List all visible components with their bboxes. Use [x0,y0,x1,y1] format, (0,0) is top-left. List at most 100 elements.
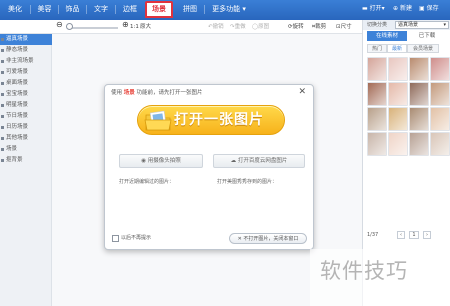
zoom-in-icon[interactable]: ⊕ [122,20,129,30]
category-switcher: 切换分类 逼真场景 ▾ [363,20,450,30]
open-image-button[interactable]: 打开一张图片 [137,105,285,135]
category-item-celebrity[interactable]: 明星场景 [0,100,52,111]
category-item-baby[interactable]: 宝宝场景 [0,89,52,100]
close-icon: ✕ [237,236,242,242]
category-item-calendar[interactable]: 日历场景 [0,122,52,133]
material-thumbnail[interactable] [388,107,408,131]
material-thumbnail[interactable] [409,82,429,106]
category-item-cutout-background[interactable]: 抠背景 [0,155,52,166]
folder-icon: ▬ [362,5,368,12]
camera-capture-label: 用摄像头拍照 [147,158,181,164]
skip-and-close-button[interactable]: ✕ 不打开图片，关闭本窗口 [229,233,307,244]
category-item-scene[interactable]: 场景 [0,144,52,155]
material-thumbnail[interactable] [430,57,450,81]
crop-label: 裁剪 [315,24,327,30]
reset-button[interactable]: ◯原图 [252,22,269,32]
save-button[interactable]: ▣ 保存 [419,3,439,15]
dont-show-again-checkbox[interactable] [112,235,119,242]
bullet-icon [1,148,4,151]
category-label: 明星场景 [6,102,29,108]
material-thumbnail[interactable] [388,57,408,81]
original-size-button[interactable]: 原大 [140,22,151,32]
undo-button[interactable]: ↶撤销 [208,22,224,32]
redo-label: 重做 [234,24,246,30]
category-label: 日历场景 [6,124,29,130]
material-thumbnail[interactable] [367,82,387,106]
category-label: 节日场景 [6,113,29,119]
new-label: 新建 [399,5,412,12]
material-thumbnail[interactable] [367,107,387,131]
tab-online-materials[interactable]: 在线素材 [367,31,407,41]
material-thumbnail[interactable] [388,82,408,106]
close-icon[interactable]: ✕ [298,87,306,97]
category-item-desktop[interactable]: 桌面场景 [0,78,52,89]
tab-scene[interactable]: 场景 [145,1,173,18]
tab-accessories[interactable]: 饰品 [59,2,86,16]
category-label: 抠背景 [6,157,23,163]
crop-button[interactable]: ⌗裁剪 [312,22,326,32]
category-select[interactable]: 逼真场景 ▾ [395,21,449,29]
material-thumbnail[interactable] [367,57,387,81]
prev-page-button[interactable]: ‹ [397,231,405,239]
scene-category-list: 逼真场景 静态场景 非主流场景 可爱场景 桌面场景 宝宝场景 明星场景 节日场景… [0,34,52,306]
rotate-button[interactable]: ⟳旋转 [288,22,304,32]
plus-icon: ⊕ [393,5,399,12]
tab-text[interactable]: 文字 [87,2,115,16]
category-label: 可爱场景 [6,69,29,75]
material-thumbnail[interactable] [430,82,450,106]
rotate-label: 旋转 [292,24,304,30]
category-item-cute[interactable]: 可爱场景 [0,67,52,78]
material-thumbnail[interactable] [409,57,429,81]
tab-frame[interactable]: 边框 [116,2,144,16]
bullet-icon [1,38,4,41]
category-item-realistic[interactable]: 逼真场景 [0,34,52,45]
redo-button[interactable]: ↷重做 [230,22,246,32]
category-label: 宝宝场景 [6,91,29,97]
tab-downloaded[interactable]: 已下载 [407,31,447,41]
tab-separator [204,5,205,14]
dialog-title: 使用 场景 功能前，请先打开一张图片 [111,89,203,97]
zoom-slider-handle[interactable] [66,23,73,30]
category-item-other[interactable]: 其他场景 [0,133,52,144]
category-label: 桌面场景 [6,80,29,86]
chevron-down-icon: ▾ [240,5,246,13]
size-button[interactable]: ⊡尺寸 [336,22,352,32]
category-item-static[interactable]: 静态场景 [0,45,52,56]
material-thumbnail[interactable] [367,132,387,156]
bullet-icon [1,159,4,162]
category-switch-label: 切换分类 [367,22,388,28]
cloud-drive-button[interactable]: ☁ 打开百度云网盘图片 [213,154,305,168]
category-item-holiday[interactable]: 节日场景 [0,111,52,122]
material-thumbnail[interactable] [409,107,429,131]
bullet-icon [1,115,4,118]
tab-more-features[interactable]: 更多功能 ▾ [206,2,252,16]
zoom-slider[interactable] [70,27,118,29]
page-total: 1/37 [367,232,379,238]
cloud-drive-label: 打开百度云网盘图片 [237,158,288,164]
subtab-latest[interactable]: 最新 [387,44,407,53]
material-thumbnail[interactable] [430,107,450,131]
tab-beauty[interactable]: 美容 [31,2,58,16]
tab-beautify[interactable]: 美化 [0,2,30,16]
next-page-button[interactable]: › [423,231,431,239]
page-input[interactable]: 1 [409,231,419,239]
save-label: 保存 [426,5,439,12]
bullet-icon [1,82,4,85]
reset-label: 原图 [258,24,270,30]
category-item-nonmainstream[interactable]: 非主流场景 [0,56,52,67]
subtab-popular[interactable]: 热门 [367,44,387,53]
tab-collage[interactable]: 拼图 [176,2,204,16]
material-thumbnail[interactable] [409,132,429,156]
new-button[interactable]: ⊕ 新建 [393,3,412,15]
material-thumbnail[interactable] [430,132,450,156]
material-thumbnail[interactable] [388,132,408,156]
zoom-out-icon[interactable]: ⊖ [56,20,63,30]
dialog-title-prefix: 使用 [111,90,123,96]
bullet-icon [1,49,4,52]
camera-capture-button[interactable]: ◉ 用摄像头拍照 [119,154,203,168]
subtab-vip-scenes[interactable]: 会员场景 [407,44,439,53]
pagination: 1/37 ‹ 1 › [363,230,450,240]
open-menu-button[interactable]: ▬ 打开▾ [362,3,385,15]
fit-button[interactable]: 1:1 [130,22,139,32]
category-label: 静态场景 [6,47,29,53]
